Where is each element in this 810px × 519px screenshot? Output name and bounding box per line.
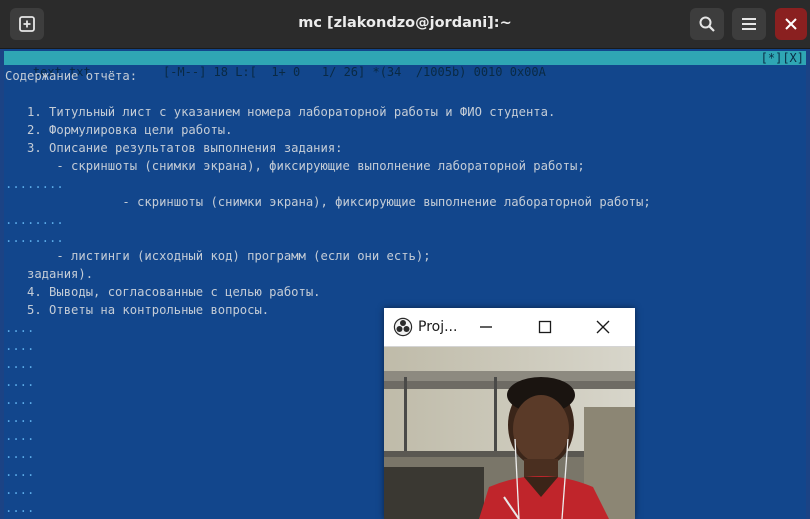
minimize-icon bbox=[480, 326, 492, 328]
editor-line[interactable]: .... bbox=[5, 463, 34, 481]
editor-line[interactable]: .... bbox=[5, 409, 34, 427]
editor-line[interactable]: ........ bbox=[5, 229, 64, 247]
editor-line[interactable]: задания). bbox=[5, 265, 93, 283]
maximize-icon bbox=[538, 320, 552, 334]
editor-line[interactable]: - скриншоты (снимки экрана), фиксирующие… bbox=[5, 157, 584, 175]
status-controls[interactable]: [*][X] bbox=[761, 51, 804, 65]
search-icon bbox=[699, 16, 715, 32]
editor-line[interactable]: .... bbox=[5, 355, 34, 373]
projector-close-button[interactable] bbox=[592, 316, 614, 338]
editor-line[interactable]: 5. Ответы на контрольные вопросы. bbox=[5, 301, 269, 319]
obs-logo-icon bbox=[393, 317, 413, 337]
editor-line[interactable]: 1. Титульный лист с указанием номера лаб… bbox=[5, 103, 555, 121]
webcam-preview bbox=[384, 347, 635, 519]
window-title: mc [zlakondzo@jordani]:~ bbox=[298, 15, 512, 31]
editor-line[interactable]: ........ bbox=[5, 175, 64, 193]
editor-line[interactable]: Содержание отчёта: bbox=[5, 67, 137, 85]
editor-line[interactable]: - листинги (исходный код) программ (если… bbox=[5, 247, 430, 265]
editor-line[interactable]: .... bbox=[5, 427, 34, 445]
editor-line[interactable]: .... bbox=[5, 391, 34, 409]
menu-button[interactable] bbox=[732, 8, 766, 40]
projector-window[interactable]: Proj... bbox=[384, 308, 635, 519]
editor-line[interactable]: .... bbox=[5, 445, 34, 463]
projector-titlebar[interactable]: Proj... bbox=[384, 308, 635, 347]
editor-line[interactable]: 2. Формулировка цели работы. bbox=[5, 121, 232, 139]
editor-line[interactable]: .... bbox=[5, 373, 34, 391]
terminal-titlebar: mc [zlakondzo@jordani]:~ bbox=[0, 0, 810, 49]
webcam-image bbox=[384, 347, 635, 519]
editor-line[interactable]: .... bbox=[5, 319, 34, 337]
editor-line[interactable]: .... bbox=[5, 481, 34, 499]
editor-line[interactable]: .... bbox=[5, 337, 34, 355]
hamburger-menu-icon bbox=[742, 18, 756, 30]
close-icon bbox=[596, 320, 610, 334]
close-icon bbox=[785, 18, 797, 30]
minimize-button[interactable] bbox=[475, 316, 497, 338]
projector-title: Proj... bbox=[418, 319, 458, 335]
editor-line[interactable]: ........ bbox=[5, 211, 64, 229]
search-button[interactable] bbox=[690, 8, 724, 40]
editor-line[interactable]: 3. Описание результатов выполнения задан… bbox=[5, 139, 343, 157]
editor-line[interactable]: .... bbox=[5, 499, 34, 517]
editor-line[interactable]: - скриншоты (снимки экрана), фиксирующие… bbox=[5, 193, 650, 211]
maximize-button[interactable] bbox=[534, 316, 556, 338]
status-info: [-M--] 18 L:[ 1+ 0 1/ 26] *(34 /1005b) 0… bbox=[162, 65, 546, 79]
close-window-button[interactable] bbox=[775, 8, 807, 40]
editor-status-bar: text.txt [-M--] 18 L:[ 1+ 0 1/ 26] *(34 … bbox=[4, 51, 806, 79]
editor-line[interactable]: 4. Выводы, согласованные с целью работы. bbox=[5, 283, 321, 301]
